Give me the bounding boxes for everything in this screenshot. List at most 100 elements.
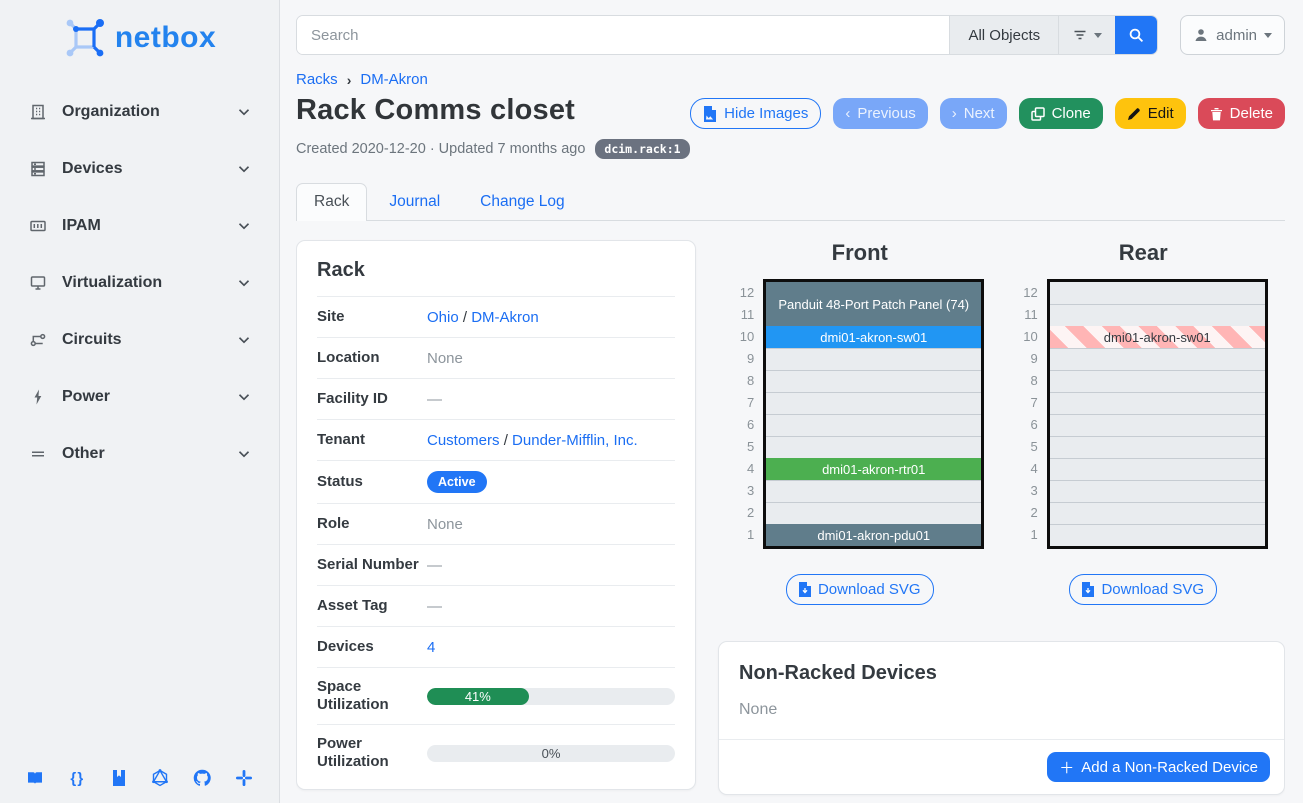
circuits-icon — [28, 330, 48, 350]
api-docs-icon[interactable] — [108, 767, 130, 789]
delete-button[interactable]: Delete — [1198, 98, 1285, 129]
rack-unit-slot[interactable] — [1050, 392, 1265, 414]
download-svg-front-button[interactable]: Download SVG — [786, 574, 934, 605]
sidebar-item-other[interactable]: Other — [20, 434, 261, 474]
sidebar-item-ipam[interactable]: IPAM — [20, 206, 261, 246]
rack-unit-slot[interactable] — [1050, 458, 1265, 480]
rack-unit-slot[interactable] — [1050, 370, 1265, 392]
next-button[interactable]: › Next — [940, 98, 1007, 129]
docs-icon[interactable] — [24, 767, 46, 789]
rack-unit-slot[interactable] — [1050, 282, 1265, 304]
rack-unit-slot[interactable] — [1050, 436, 1265, 458]
rack-unit-slot[interactable] — [766, 502, 981, 524]
tab-rack[interactable]: Rack — [296, 183, 367, 221]
breadcrumb-dm-akron[interactable]: DM-Akron — [360, 71, 428, 88]
rest-api-icon[interactable]: { } — [66, 767, 88, 789]
search-icon — [1128, 27, 1145, 44]
power-utilization-bar: 0% 0% — [427, 745, 675, 762]
attr-row-facility-id: Facility ID — — [317, 378, 675, 419]
sidebar: netbox Organization Devices IPAM — [0, 0, 280, 803]
hide-images-button[interactable]: Hide Images — [690, 98, 821, 129]
netbox-logo-text: netbox — [115, 21, 216, 55]
rack-device[interactable]: dmi01-akron-rtr01 — [766, 458, 981, 480]
rack-device[interactable]: dmi01-akron-sw01 — [1050, 326, 1265, 348]
unit-number: 1 — [1019, 524, 1047, 546]
unit-number: 11 — [735, 304, 763, 326]
attr-row-status: Status Active — [317, 460, 675, 503]
plus-icon: ＋ — [1059, 757, 1074, 778]
rack-unit-slot[interactable] — [766, 480, 981, 502]
unit-number: 12 — [1019, 282, 1047, 304]
breadcrumb-racks[interactable]: Racks — [296, 71, 338, 88]
clone-button[interactable]: Clone — [1019, 98, 1103, 129]
tab-journal[interactable]: Journal — [371, 183, 458, 220]
unit-number: 6 — [1019, 414, 1047, 436]
site-link[interactable]: Ohio — [427, 309, 459, 326]
github-icon[interactable] — [191, 767, 213, 789]
rack-device[interactable]: dmi01-akron-sw01 — [766, 326, 981, 348]
tab-content: Rack Site Ohio / DM-Akron Location None … — [296, 221, 1285, 803]
copy-icon — [1031, 107, 1045, 121]
tenant-link[interactable]: Dunder-Mifflin, Inc. — [512, 432, 638, 449]
rack-unit-slot[interactable] — [1050, 480, 1265, 502]
rack-unit-slot[interactable] — [766, 348, 981, 370]
sidebar-item-label: IPAM — [62, 217, 235, 235]
file-download-icon — [799, 582, 811, 597]
rack-unit-slot[interactable] — [1050, 414, 1265, 436]
rack-unit-slot[interactable] — [766, 370, 981, 392]
sidebar-item-devices[interactable]: Devices — [20, 149, 261, 189]
rack-unit-slot[interactable] — [766, 414, 981, 436]
graphql-icon[interactable] — [149, 767, 171, 789]
global-search: All Objects — [296, 15, 1158, 55]
site-group-link[interactable]: DM-Akron — [471, 309, 539, 326]
attr-row-space-utilization: Space Utilization 41% 41% — [317, 667, 675, 724]
sidebar-item-power[interactable]: Power — [20, 377, 261, 417]
rack-unit-slot[interactable] — [1050, 348, 1265, 370]
tenant-group-link[interactable]: Customers — [427, 432, 500, 449]
right-column: Front 121110987654321 Panduit 48-Port Pa… — [718, 240, 1285, 803]
rack-device[interactable]: dmi01-akron-pdu01 — [766, 524, 981, 546]
rack-device[interactable]: Panduit 48-Port Patch Panel (74) — [766, 282, 981, 326]
attr-row-role: Role None — [317, 503, 675, 544]
sidebar-item-virtualization[interactable]: Virtualization — [20, 263, 261, 303]
unit-number: 2 — [735, 502, 763, 524]
other-icon — [28, 444, 48, 464]
add-non-racked-device-button[interactable]: ＋ Add a Non-Racked Device — [1047, 752, 1270, 782]
sidebar-item-label: Organization — [62, 103, 235, 121]
sidebar-item-circuits[interactable]: Circuits — [20, 320, 261, 360]
object-id-badge: dcim.rack:1 — [595, 139, 689, 159]
chevron-down-icon — [235, 388, 253, 406]
tab-change-log[interactable]: Change Log — [462, 183, 582, 220]
attr-row-power-utilization: Power Utilization 0% 0% — [317, 724, 675, 781]
search-submit-button[interactable] — [1115, 16, 1157, 54]
unit-number: 10 — [1019, 326, 1047, 348]
search-filter-button[interactable] — [1058, 16, 1115, 54]
chevron-down-icon — [235, 445, 253, 463]
sidebar-item-label: Virtualization — [62, 274, 235, 292]
community-icon[interactable] — [233, 767, 255, 789]
rack-unit-slot[interactable] — [1050, 502, 1265, 524]
devices-count-link[interactable]: 4 — [427, 639, 435, 656]
file-download-icon — [1082, 582, 1094, 597]
attr-row-serial-number: Serial Number — — [317, 544, 675, 585]
elevations: Front 121110987654321 Panduit 48-Port Pa… — [718, 240, 1285, 605]
download-svg-rear-button[interactable]: Download SVG — [1069, 574, 1217, 605]
edit-button[interactable]: Edit — [1115, 98, 1186, 129]
rack-unit-slot[interactable] — [1050, 524, 1265, 546]
sidebar-item-label: Power — [62, 388, 235, 406]
unit-number: 5 — [1019, 436, 1047, 458]
rack-unit-slot[interactable] — [1050, 304, 1265, 326]
search-input[interactable] — [297, 16, 949, 54]
user-menu-button[interactable]: admin — [1180, 15, 1285, 55]
unit-number: 8 — [735, 370, 763, 392]
pencil-icon — [1127, 107, 1141, 121]
sidebar-item-organization[interactable]: Organization — [20, 92, 261, 132]
image-file-icon — [703, 106, 717, 122]
elevation-title: Rear — [1119, 240, 1168, 266]
rack-unit-slot[interactable] — [766, 436, 981, 458]
netbox-logo[interactable]: netbox — [0, 10, 279, 78]
object-type-select[interactable]: All Objects — [949, 16, 1058, 54]
rack-unit-slot[interactable] — [766, 392, 981, 414]
previous-button[interactable]: ‹ Previous — [833, 98, 927, 129]
organization-icon — [28, 102, 48, 122]
